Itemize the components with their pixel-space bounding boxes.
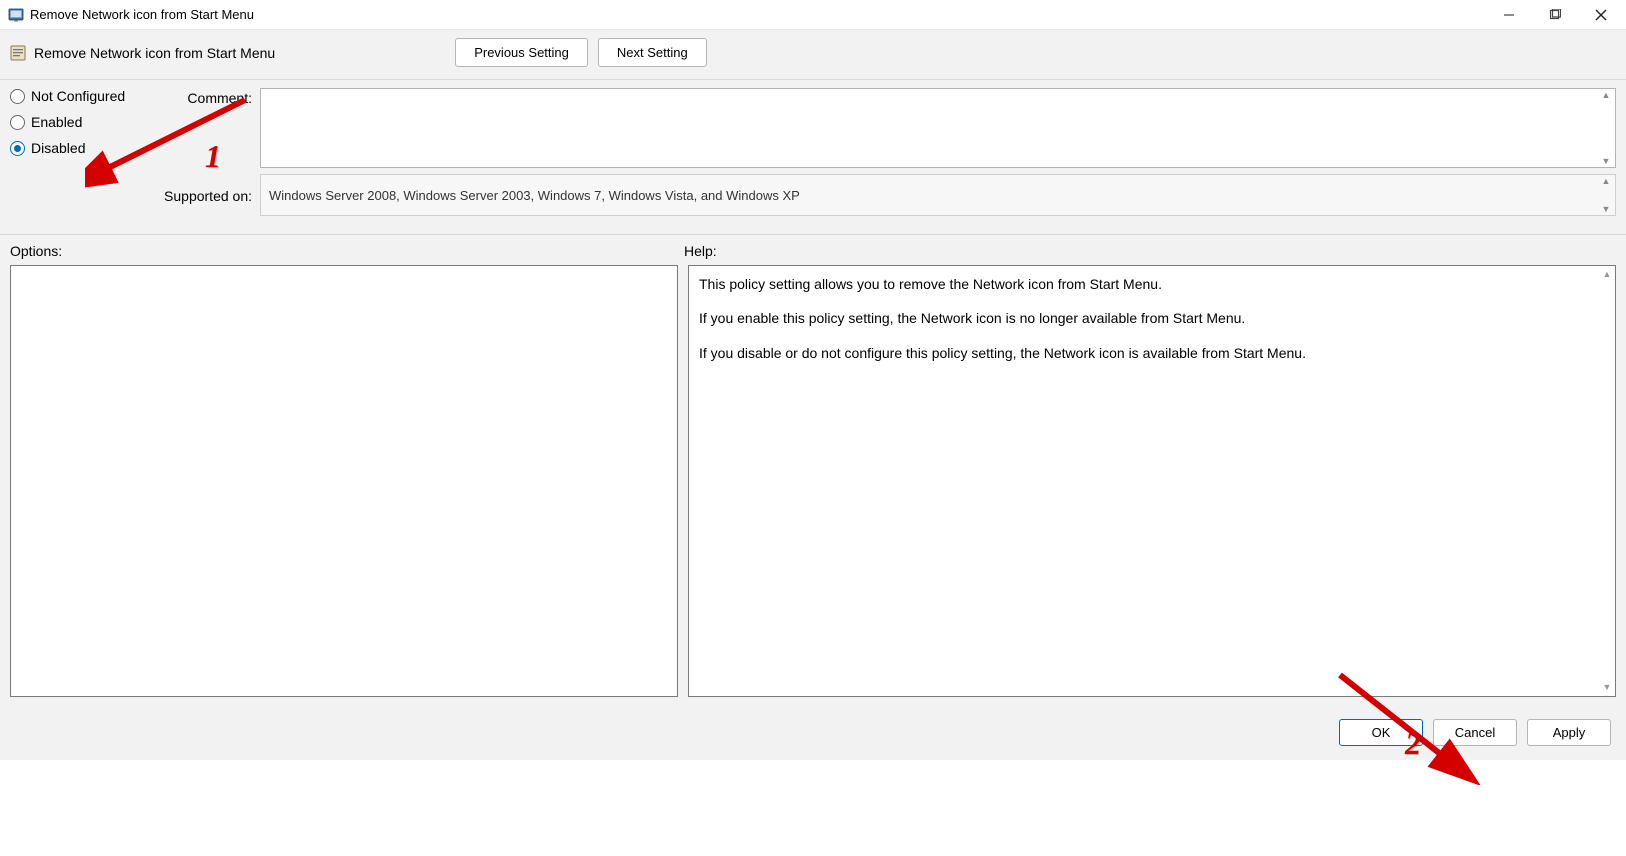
chevron-up-icon: ▲ [1599,91,1613,99]
radio-not-configured[interactable]: Not Configured [10,88,150,104]
chevron-down-icon: ▼ [1599,157,1613,165]
options-label: Options: [10,243,684,259]
window-controls [1486,0,1624,29]
chevron-down-icon: ▼ [1599,679,1615,696]
radio-label: Enabled [31,114,82,130]
close-button[interactable] [1578,0,1624,29]
supported-on-value-box: Windows Server 2008, Windows Server 2003… [260,174,1616,216]
policy-icon [10,45,26,61]
panels-row: This policy setting allows you to remove… [0,265,1626,707]
policy-name: Remove Network icon from Start Menu [34,45,275,61]
state-radio-group: Not Configured Enabled Disabled [10,88,150,156]
help-paragraph: This policy setting allows you to remove… [699,274,1605,294]
help-panel: This policy setting allows you to remove… [688,265,1616,697]
policy-header: Remove Network icon from Start Menu Prev… [0,30,1626,80]
help-paragraph: If you enable this policy setting, the N… [699,308,1605,328]
supported-on-label: Supported on: [150,186,260,204]
app-icon [8,7,24,23]
radio-enabled[interactable]: Enabled [10,114,150,130]
next-setting-button[interactable]: Next Setting [598,38,707,67]
scroll-spinner[interactable]: ▲ ▼ [1599,91,1613,165]
radio-label: Not Configured [31,88,125,104]
chevron-up-icon: ▲ [1599,266,1615,283]
comment-label: Comment: [150,88,260,106]
radio-icon [10,115,25,130]
panel-labels: Options: Help: [0,235,1626,265]
radio-icon [10,141,25,156]
radio-icon [10,89,25,104]
help-paragraph: If you disable or do not configure this … [699,343,1605,363]
ok-button[interactable]: OK [1339,719,1423,746]
comment-textarea[interactable]: ▲ ▼ [260,88,1616,168]
maximize-button[interactable] [1532,0,1578,29]
apply-button[interactable]: Apply [1527,719,1611,746]
scrollbar[interactable]: ▲ ▼ [1599,266,1615,696]
dialog-footer: OK Cancel Apply [0,707,1626,760]
window-title: Remove Network icon from Start Menu [30,7,1486,22]
config-area: Not Configured Enabled Disabled Comment:… [0,80,1626,235]
previous-setting-button[interactable]: Previous Setting [455,38,588,67]
chevron-up-icon: ▲ [1599,177,1613,185]
window-titlebar: Remove Network icon from Start Menu [0,0,1626,30]
supported-on-value: Windows Server 2008, Windows Server 2003… [269,188,800,203]
scroll-spinner[interactable]: ▲ ▼ [1599,177,1613,213]
options-panel [10,265,678,697]
radio-label: Disabled [31,140,85,156]
help-label: Help: [684,243,1616,259]
radio-disabled[interactable]: Disabled [10,140,150,156]
chevron-down-icon: ▼ [1599,205,1613,213]
minimize-button[interactable] [1486,0,1532,29]
cancel-button[interactable]: Cancel [1433,719,1517,746]
